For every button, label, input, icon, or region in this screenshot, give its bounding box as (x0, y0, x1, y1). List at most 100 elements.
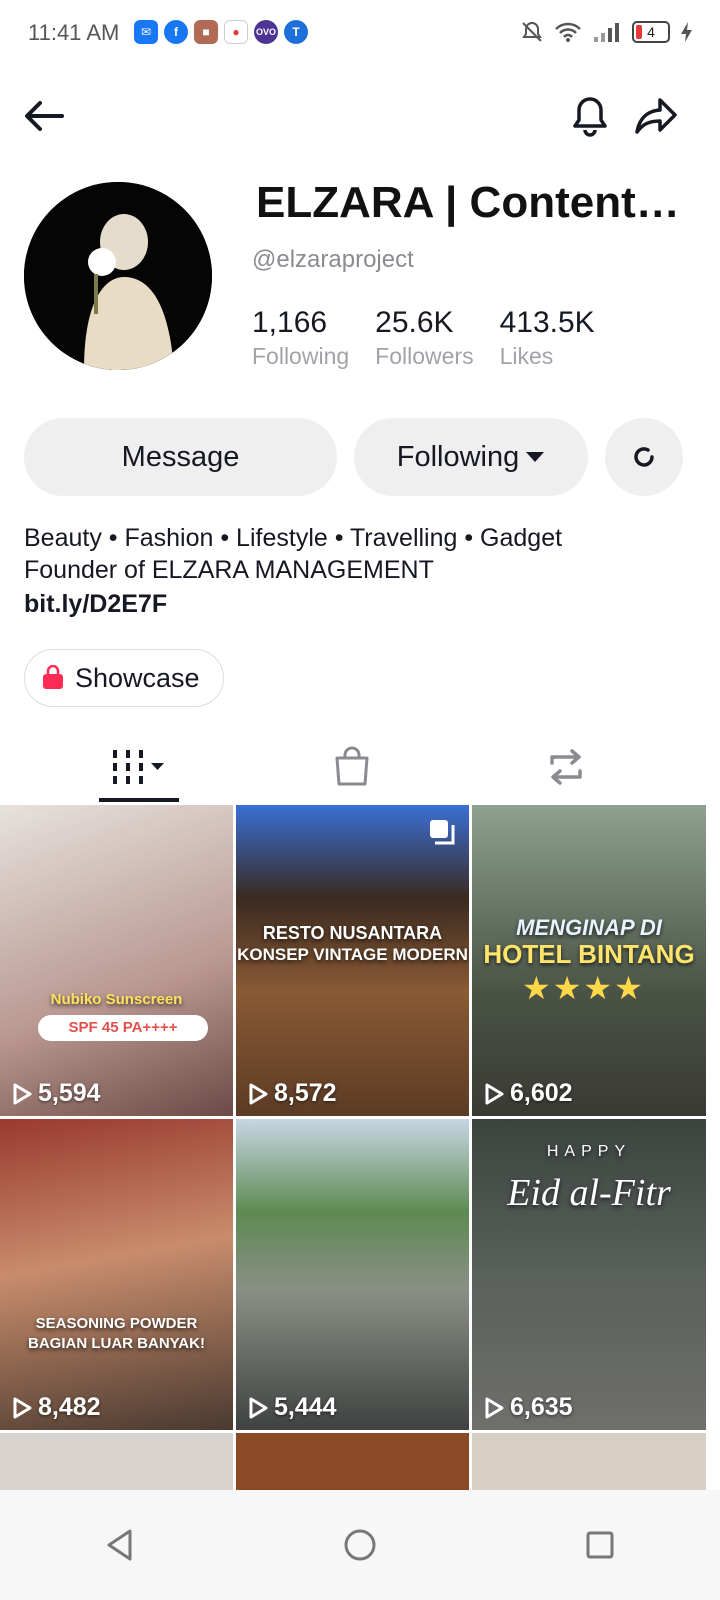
stat-following[interactable]: 1,166 Following (252, 304, 349, 370)
video-tile[interactable]: SEASONING POWDER BAGIAN LUAR BANYAK! 8,4… (0, 1119, 233, 1430)
video-views: 5,444 (248, 1393, 337, 1422)
status-indicators: 4 (520, 20, 694, 44)
back-arrow-icon (25, 101, 64, 131)
bio-link[interactable]: bit.ly/D2E7F (24, 590, 167, 619)
refresh-icon (634, 447, 654, 467)
stat-likes[interactable]: 413.5K Likes (500, 304, 595, 370)
caret-down-icon (526, 452, 545, 462)
profile-bio: Beauty • Fashion • Lifestyle • Travellin… (24, 522, 562, 586)
messenger-icon: ✉ (134, 20, 158, 44)
notification-button[interactable] (566, 92, 614, 140)
wifi-icon (555, 22, 581, 42)
video-tile[interactable]: HAPPY Eid al-Fitr 6,635 (472, 1119, 706, 1430)
profile-handle: @elzaraproject (252, 246, 414, 273)
active-tab-indicator (99, 798, 179, 802)
video-caption: Nubiko Sunscreen (50, 991, 183, 1008)
profile-display-name: ELZARA | Content… (256, 178, 680, 227)
signal-icon (594, 23, 619, 42)
play-icon (13, 1083, 32, 1104)
suggested-accounts-button[interactable] (605, 418, 683, 496)
ovo-icon: OVO (254, 20, 278, 44)
tab-reposts[interactable] (506, 730, 626, 804)
home-nav-icon[interactable] (343, 1528, 377, 1562)
recents-nav-icon[interactable] (584, 1529, 616, 1561)
avatar-image (24, 182, 212, 370)
play-icon (485, 1083, 504, 1104)
video-caption: BAGIAN LUAR BANYAK! (28, 1335, 205, 1352)
stat-label: Followers (375, 343, 474, 369)
status-app-icons: ✉ f ■ ● OVO T (134, 20, 308, 44)
tab-shop[interactable] (292, 730, 412, 804)
avatar[interactable] (24, 182, 212, 370)
video-caption: SEASONING POWDER (35, 1315, 198, 1332)
status-bar: 11:41 AM ✉ f ■ ● OVO T 4 (0, 0, 720, 66)
video-tile[interactable]: RESTO NUSANTARA KONSEP VINTAGE MODERN 8,… (236, 805, 469, 1116)
video-caption: RESTO NUSANTARA (262, 923, 443, 943)
video-caption: SPF 45 PA++++ (38, 1015, 208, 1041)
video-tile[interactable] (0, 1433, 233, 1493)
back-button[interactable] (20, 92, 68, 140)
shopping-bag-icon (43, 665, 63, 689)
video-caption: HOTEL BINTANG (483, 939, 695, 969)
view-count: 6,635 (510, 1393, 573, 1421)
video-views: 8,572 (248, 1079, 337, 1108)
video-caption: Eid al-Fitr (507, 1172, 671, 1214)
videos-grid-icon (113, 750, 164, 784)
back-nav-icon[interactable] (104, 1528, 136, 1562)
stat-value: 25.6K (375, 306, 454, 339)
bell-icon (573, 97, 607, 137)
stat-label: Likes (499, 343, 554, 369)
message-button-label: Message (121, 440, 240, 473)
play-icon (249, 1397, 268, 1418)
following-button-label: Following (396, 440, 520, 473)
top-nav (0, 90, 720, 144)
bio-line: Founder of ELZARA MANAGEMENT (24, 556, 434, 584)
video-tile[interactable] (236, 1433, 469, 1493)
view-count: 8,482 (38, 1393, 101, 1421)
following-button[interactable]: Following (354, 418, 588, 496)
battery-level: 4 (647, 24, 655, 40)
view-count: 8,572 (274, 1079, 337, 1107)
stat-label: Following (252, 343, 350, 369)
repost-icon (550, 749, 582, 785)
share-button[interactable] (632, 92, 680, 140)
status-time: 11:41 AM (28, 20, 120, 45)
stars-decoration: ★★★★ (522, 970, 645, 1006)
video-caption: HAPPY (546, 1143, 632, 1160)
video-tile[interactable] (472, 1433, 706, 1493)
video-views: 6,602 (484, 1079, 573, 1108)
multi-image-icon (430, 820, 455, 845)
profile-stats: 1,166 Following 25.6K Followers 413.5K L… (252, 304, 621, 370)
shop-bag-icon (335, 746, 369, 786)
video-views: 8,482 (12, 1393, 101, 1422)
profile-tabs (0, 730, 720, 804)
app-icon-3: T (284, 20, 308, 44)
play-icon (485, 1397, 504, 1418)
video-views: 5,594 (12, 1079, 101, 1108)
app-icon: ■ (194, 20, 218, 44)
mute-notification-icon (522, 21, 542, 42)
view-count: 5,594 (38, 1079, 101, 1107)
share-icon (635, 98, 677, 134)
battery-icon: 4 (632, 21, 670, 43)
video-caption: KONSEP VINTAGE MODERN (237, 945, 468, 964)
stat-value: 1,166 (252, 306, 328, 339)
charging-icon (681, 22, 692, 42)
tab-videos[interactable] (60, 730, 220, 804)
system-nav-bar (0, 1490, 720, 1600)
stat-value: 413.5K (499, 306, 595, 339)
showcase-button[interactable]: Showcase (24, 649, 224, 707)
video-views: 6,635 (484, 1393, 573, 1422)
video-tile[interactable]: 5,444 (236, 1119, 469, 1430)
view-count: 5,444 (274, 1393, 337, 1421)
bio-line: Beauty • Fashion • Lifestyle • Travellin… (24, 524, 563, 552)
stat-followers[interactable]: 25.6K Followers (375, 304, 473, 370)
video-caption: MENGINAP DI (516, 915, 662, 940)
play-icon (13, 1397, 32, 1418)
video-tile[interactable]: MENGINAP DI HOTEL BINTANG ★★★★ 6,602 (472, 805, 706, 1116)
video-tile[interactable]: Nubiko Sunscreen SPF 45 PA++++ 5,594 (0, 805, 233, 1116)
message-button[interactable]: Message (24, 418, 337, 496)
app-icon-2: ● (224, 20, 248, 44)
view-count: 6,602 (510, 1079, 573, 1107)
showcase-label: Showcase (75, 662, 200, 693)
